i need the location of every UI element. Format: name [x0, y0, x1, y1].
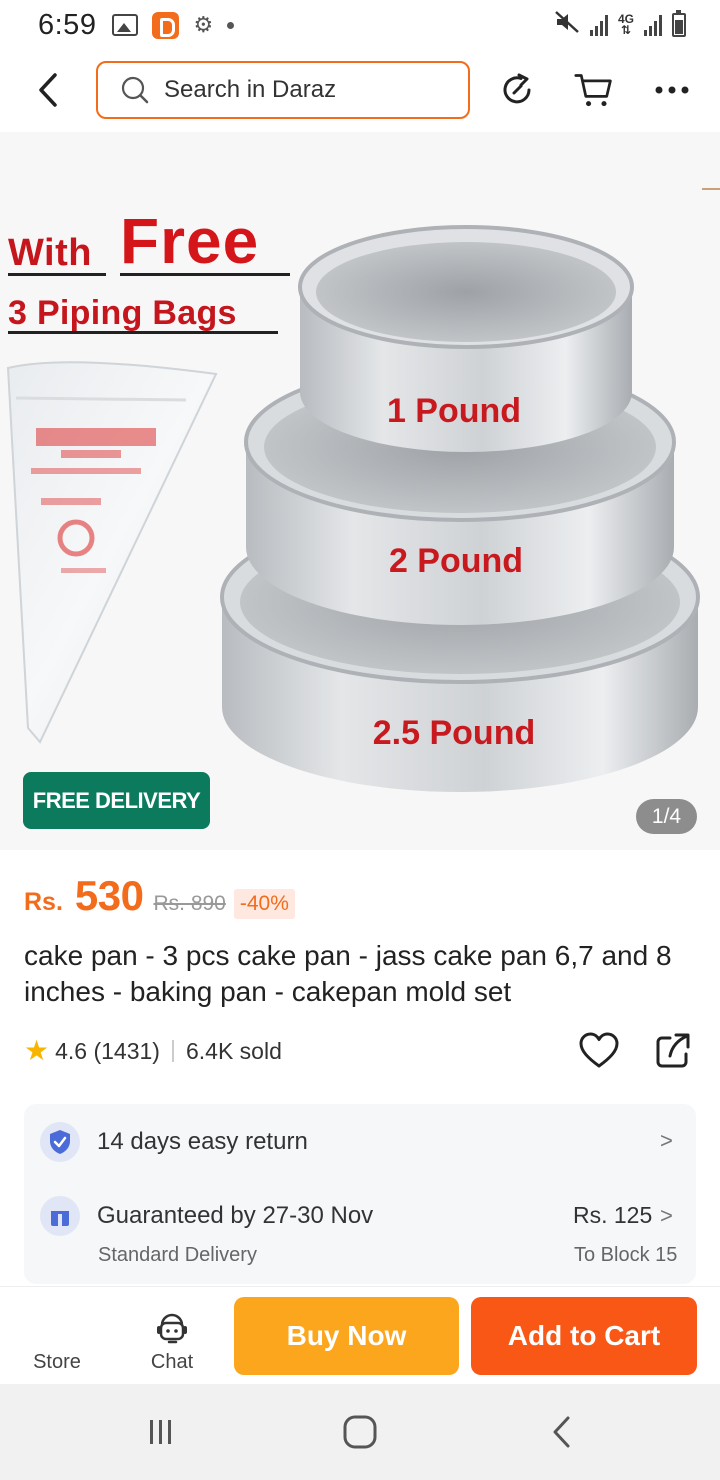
status-notification-icons: ⚙	[112, 11, 235, 39]
chevron-right-icon[interactable]: >	[660, 1203, 673, 1229]
image-page-counter: 1/4	[636, 799, 697, 834]
mute-icon	[554, 10, 580, 41]
battery-icon	[672, 10, 686, 37]
cake-pans-image: 1 Pound 2 Pound 2.5 Pound	[220, 225, 700, 792]
gear-icon: ⚙	[193, 12, 214, 37]
status-time: 6:59	[38, 8, 97, 41]
product-share-button[interactable]	[652, 1030, 694, 1072]
pan-label-1: 1 Pound	[387, 392, 521, 430]
free-delivery-badge: FREE DELIVERY	[23, 772, 210, 829]
delivery-type: Standard Delivery	[98, 1244, 257, 1266]
rating-row[interactable]: ★ 4.6 (1431) 6.4K sold	[24, 1034, 282, 1068]
signal-icon-2	[644, 14, 662, 36]
status-system-icons: 4G ⇅	[554, 10, 686, 41]
service-card: 14 days easy return > Guaranteed by 27-3…	[24, 1104, 696, 1284]
pan-label-2: 2 Pound	[389, 542, 523, 580]
search-placeholder: Search in Daraz	[164, 76, 337, 103]
delivery-price: Rs. 125	[573, 1202, 653, 1228]
rating-value: 4.6 (1431)	[55, 1037, 160, 1064]
store-label: Store	[33, 1351, 81, 1373]
pan-label-3: 2.5 Pound	[373, 714, 535, 752]
price-current: 530	[74, 872, 144, 919]
add-to-cart-button[interactable]: Add to Cart	[471, 1297, 697, 1375]
sold-count: 6.4K sold	[185, 1037, 282, 1064]
signal-icon	[589, 14, 608, 36]
top-header: Search in Daraz	[0, 56, 720, 124]
divider	[702, 188, 720, 190]
product-title: cake pan - 3 pcs cake pan - jass cake pa…	[24, 940, 672, 1007]
share-button[interactable]	[498, 70, 538, 110]
chat-button[interactable]: Chat	[136, 1299, 208, 1373]
search-input[interactable]: Search in Daraz	[96, 61, 470, 119]
shield-icon	[40, 1122, 80, 1162]
product-image-carousel[interactable]: With Free 3 Piping Bags 1 Pound 2 Pound …	[0, 132, 720, 850]
back-button[interactable]	[28, 70, 68, 110]
promo-bags-text: 3 Piping Bags	[8, 294, 237, 332]
home-button[interactable]	[338, 1412, 382, 1452]
delivery-location: To Block 15	[574, 1244, 678, 1266]
store-button[interactable]: Store	[22, 1299, 92, 1373]
recent-apps-button[interactable]	[138, 1412, 182, 1452]
separator	[171, 1040, 174, 1062]
more-icon	[655, 86, 689, 94]
price-row: Rs. 530 Rs. 890 -40%	[24, 872, 295, 920]
price-original: Rs. 890	[153, 892, 226, 915]
heart-icon	[579, 1032, 619, 1068]
discount-badge: -40%	[233, 889, 295, 919]
chat-label: Chat	[150, 1351, 194, 1373]
promo-with-text: With	[8, 232, 92, 274]
bottom-action-bar: Store Chat Buy Now Add to Cart	[0, 1286, 720, 1384]
status-bar: 6:59 ⚙ 4G ⇅	[0, 0, 720, 50]
recent-apps-icon	[150, 1420, 171, 1444]
easy-return-text: 14 days easy return	[97, 1128, 308, 1155]
system-back-button[interactable]	[540, 1412, 584, 1452]
chevron-right-icon[interactable]: >	[660, 1128, 673, 1154]
delivery-icon	[40, 1196, 80, 1236]
piping-bag-image	[6, 361, 218, 744]
cart-icon	[574, 74, 612, 107]
system-nav-bar	[0, 1384, 720, 1480]
share-icon	[656, 1033, 690, 1068]
wishlist-button[interactable]	[578, 1030, 620, 1072]
cart-button[interactable]	[574, 70, 614, 110]
dot-icon	[227, 21, 235, 29]
share-arrow-icon	[503, 73, 531, 104]
network-type-icon: 4G ⇅	[617, 12, 634, 37]
home-icon	[343, 1415, 377, 1449]
price-currency: Rs.	[24, 888, 63, 916]
more-button[interactable]	[652, 70, 692, 110]
search-icon	[120, 75, 150, 105]
star-icon: ★	[24, 1035, 50, 1066]
chat-icon	[157, 1313, 187, 1344]
gallery-icon	[112, 14, 139, 36]
back-icon	[39, 73, 57, 107]
daraz-app-icon	[152, 11, 180, 39]
guarantee-text: Guaranteed by 27-30 Nov	[97, 1202, 374, 1229]
buy-now-button[interactable]: Buy Now	[234, 1297, 459, 1375]
system-back-icon	[553, 1416, 570, 1448]
